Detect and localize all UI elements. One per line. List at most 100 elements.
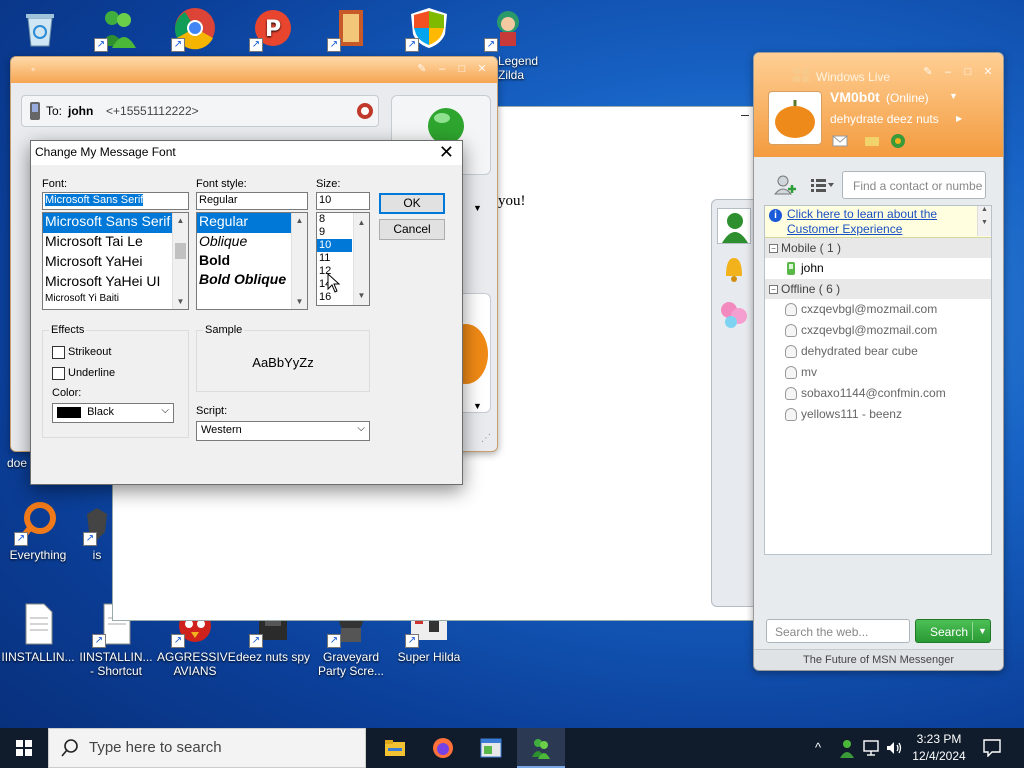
- minimize-icon[interactable]: –: [941, 65, 955, 79]
- chevron-up-icon[interactable]: ^: [815, 740, 821, 755]
- contact-item[interactable]: cxzqevbgl@mozmail.com: [765, 320, 991, 341]
- font-list-item[interactable]: Microsoft YaHei UI: [43, 273, 188, 293]
- everything-desktop-icon[interactable]: ↗ Everything: [0, 500, 76, 562]
- color-select[interactable]: Black ⌵: [52, 403, 174, 423]
- script-select[interactable]: Western ⌵: [196, 421, 370, 441]
- web-search-button[interactable]: Search ▼: [915, 619, 991, 643]
- volume-icon[interactable]: [885, 740, 903, 756]
- find-contact-input[interactable]: Find a contact or numbe: [842, 171, 986, 199]
- messenger-tray-icon[interactable]: [838, 738, 856, 758]
- windows-shield-desktop-icon[interactable]: ↗: [391, 6, 467, 54]
- font-list[interactable]: Microsoft Sans Serif Microsoft Tai Le Mi…: [42, 212, 189, 310]
- list-options-icon[interactable]: [810, 177, 834, 193]
- taskbar-messenger[interactable]: [517, 728, 565, 768]
- scroll-down-icon[interactable]: ▼: [978, 219, 991, 226]
- add-contact-icon[interactable]: [774, 175, 798, 195]
- group-header-offline[interactable]: − Offline ( 6 ): [765, 279, 991, 299]
- partial-desktop-icon[interactable]: doe: [0, 456, 30, 470]
- info-scrollbar[interactable]: ▲ ▼: [977, 206, 991, 236]
- contact-item[interactable]: john: [765, 258, 991, 279]
- p-app-desktop-icon[interactable]: P ↗: [235, 6, 311, 54]
- brush-icon[interactable]: ✎: [415, 62, 429, 76]
- network-icon[interactable]: [862, 740, 880, 756]
- installing-desktop-icon[interactable]: IINSTALLIN...: [0, 602, 76, 664]
- taskbar-firefox[interactable]: [420, 728, 466, 768]
- bell-icon: [726, 258, 742, 282]
- size-list[interactable]: 8 9 10 11 12 14 16 ▲ ▼: [316, 212, 370, 306]
- chevron-down-icon[interactable]: ▼: [949, 91, 958, 101]
- everything-search-icon: ↗: [14, 500, 60, 546]
- close-icon[interactable]: ✕: [475, 62, 489, 76]
- scroll-up-icon[interactable]: ▲: [292, 216, 307, 225]
- taskbar-clock[interactable]: 3:23 PM 12/4/2024: [908, 731, 970, 765]
- scroll-down-icon[interactable]: ▼: [173, 297, 188, 306]
- avatar[interactable]: [768, 91, 822, 145]
- group-header-mobile[interactable]: − Mobile ( 1 ): [765, 238, 991, 258]
- collapse-icon[interactable]: −: [769, 244, 778, 254]
- chrome-desktop-icon[interactable]: ↗: [157, 6, 233, 54]
- chevron-down-icon[interactable]: ▼: [473, 401, 482, 411]
- contact-buddy-button[interactable]: [717, 208, 751, 244]
- size-item[interactable]: 10: [317, 239, 352, 252]
- taskbar-search-box[interactable]: Type here to search: [48, 728, 366, 768]
- recycle-bin-desktop-icon[interactable]: [2, 6, 78, 54]
- conversation-title-bar[interactable]: ◦ ✎ – □ ✕: [11, 57, 497, 83]
- mail-icon[interactable]: [832, 135, 848, 147]
- dialog-title-bar[interactable]: Change My Message Font ✕: [31, 141, 462, 165]
- is-desktop-icon[interactable]: ↗ is: [82, 506, 112, 562]
- size-input[interactable]: 10: [316, 192, 370, 210]
- font-style-list[interactable]: Regular Oblique Bold Bold Oblique ▲ ▼: [196, 212, 308, 310]
- contact-item[interactable]: cxzqevbgl@mozmail.com: [765, 299, 991, 320]
- brush-icon[interactable]: ✎: [921, 65, 935, 79]
- cancel-button[interactable]: Cancel: [379, 219, 445, 240]
- status-text[interactable]: (Online): [886, 91, 929, 105]
- contact-item[interactable]: yellows111 - beenz: [765, 404, 991, 425]
- dialog-close-icon[interactable]: ✕: [439, 141, 454, 163]
- windows-live-icon[interactable]: [890, 133, 906, 149]
- block-icon[interactable]: [356, 102, 374, 120]
- folder-icon[interactable]: [864, 135, 880, 147]
- contact-item[interactable]: mv: [765, 362, 991, 383]
- emoticons-button[interactable]: [717, 296, 751, 332]
- font-list-item[interactable]: Microsoft YaHei: [43, 253, 188, 273]
- scroll-down-icon[interactable]: ▼: [354, 289, 369, 302]
- contact-item[interactable]: dehydrated bear cube: [765, 341, 991, 362]
- underline-checkbox[interactable]: [52, 367, 65, 380]
- book-desktop-icon[interactable]: ↗: [313, 6, 389, 54]
- font-list-item[interactable]: Microsoft Tai Le: [43, 233, 188, 253]
- collapse-icon[interactable]: −: [769, 285, 778, 295]
- font-list-item[interactable]: Microsoft Sans Serif: [43, 213, 188, 233]
- chevron-right-icon[interactable]: ▶: [956, 114, 962, 123]
- customer-experience-link[interactable]: Click here to learn about the Customer E…: [787, 207, 967, 237]
- scroll-up-icon[interactable]: ▲: [173, 216, 188, 225]
- font-input[interactable]: Microsoft Sans Serif: [42, 192, 189, 210]
- contact-item[interactable]: sobaxo1144@confmin.com: [765, 383, 991, 404]
- font-style-scrollbar[interactable]: ▲ ▼: [291, 213, 307, 309]
- web-search-input[interactable]: Search the web...: [766, 619, 910, 643]
- chevron-down-icon[interactable]: ▼: [473, 203, 482, 213]
- chevron-down-icon[interactable]: ▼: [978, 626, 987, 636]
- nudge-bell-button[interactable]: [717, 250, 751, 286]
- font-list-item[interactable]: Microsoft Yi Baiti: [43, 293, 188, 309]
- resize-grip-icon[interactable]: ⋰: [481, 433, 491, 444]
- scroll-up-icon[interactable]: ▲: [978, 206, 991, 213]
- font-style-input[interactable]: Regular: [196, 192, 308, 210]
- scroll-up-icon[interactable]: ▲: [354, 216, 369, 229]
- scroll-down-icon[interactable]: ▼: [292, 297, 307, 306]
- messenger-desktop-icon[interactable]: ↗: [80, 6, 156, 54]
- minimize-icon[interactable]: –: [435, 62, 449, 76]
- font-list-scrollbar[interactable]: ▲ ▼: [172, 213, 188, 309]
- taskbar-file-explorer[interactable]: [372, 728, 418, 768]
- personal-message[interactable]: dehydrate deez nuts: [830, 112, 939, 126]
- taskbar-app-window[interactable]: [468, 728, 514, 768]
- ok-button[interactable]: OK: [379, 193, 445, 214]
- size-scrollbar[interactable]: ▲ ▼: [353, 213, 369, 305]
- strikeout-checkbox[interactable]: [52, 346, 65, 359]
- maximize-icon[interactable]: □: [961, 65, 975, 79]
- notification-icon[interactable]: [983, 739, 1001, 757]
- username[interactable]: VM0b0t: [830, 89, 880, 105]
- scroll-thumb[interactable]: [175, 243, 186, 259]
- start-button[interactable]: [0, 728, 48, 768]
- maximize-icon[interactable]: □: [455, 62, 469, 76]
- close-icon[interactable]: ✕: [981, 65, 995, 79]
